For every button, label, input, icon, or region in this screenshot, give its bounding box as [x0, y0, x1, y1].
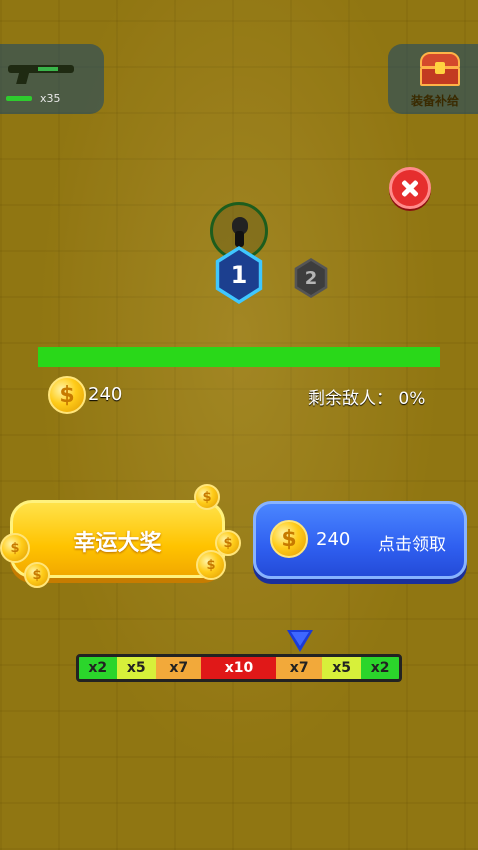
treasure-chest-icon — [420, 52, 460, 86]
multiplier-segment: x5 — [116, 657, 157, 679]
coin-icon: $ — [0, 533, 30, 563]
rifle-icon — [8, 62, 74, 84]
coin-icon: $ — [24, 562, 50, 588]
close-button[interactable] — [389, 167, 431, 209]
multiplier-segment: x7 — [156, 657, 202, 679]
coin-icon: $ — [48, 376, 86, 414]
claim-button[interactable]: $ 240 点击领取 — [253, 501, 467, 579]
game-screen: x35 装备补给 1 2 $ 240 剩余敌人： 0% 幸运大奖 $ $ $ $… — [0, 0, 478, 850]
coin-icon: $ — [194, 484, 220, 510]
supply-label: 装备补给 — [410, 94, 459, 108]
lucky-prize-label: 幸运大奖 — [73, 531, 162, 556]
multiplier-segment: x2 — [361, 657, 399, 679]
supply-panel[interactable]: 装备补给 — [388, 44, 478, 114]
dim-overlay — [0, 0, 478, 850]
multiplier-segment: x10 — [201, 657, 277, 679]
progress-bar — [38, 347, 440, 367]
weapon-panel[interactable]: x35 — [0, 44, 104, 114]
enemies-label: 剩余敌人： — [308, 389, 393, 409]
multiplier-segment: x7 — [276, 657, 322, 679]
enemies-value: 0% — [398, 389, 426, 409]
progress-fill — [38, 347, 440, 367]
claim-amount: 240 — [316, 529, 351, 550]
enemies-remaining: 剩余敌人： 0% — [308, 384, 425, 409]
multiplier-pointer-highlight — [291, 632, 309, 646]
coin-count: 240 — [88, 384, 123, 405]
multiplier-bar: x2 x5 x7 x10 x7 x5 x2 — [76, 654, 402, 682]
multiplier-segment: x2 — [79, 657, 117, 679]
multiplier-segment: x5 — [321, 657, 362, 679]
coin-icon: $ — [196, 550, 226, 580]
weapon-ammo-bar — [6, 96, 32, 101]
coin-icon: $ — [270, 520, 308, 558]
claim-label: 点击领取 — [378, 535, 446, 555]
weapon-count: x35 — [40, 92, 61, 105]
